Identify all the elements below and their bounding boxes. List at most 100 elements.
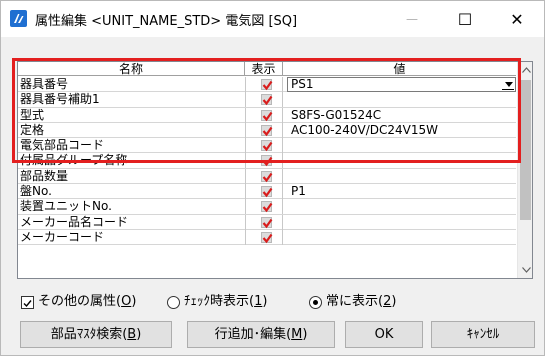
show-cell	[245, 122, 283, 138]
parts-search-suffix: )	[136, 327, 142, 342]
check-mark-icon	[262, 172, 273, 183]
table-row[interactable]: 型式 S8FS-G01524C	[18, 107, 516, 123]
attribute-value[interactable]	[284, 199, 516, 214]
dropdown-arrow-icon[interactable]	[505, 82, 513, 87]
table-row[interactable]: メーカー品名コード	[18, 214, 516, 230]
attribute-value[interactable]	[284, 169, 516, 184]
add-edit-row-suffix: )	[302, 327, 308, 342]
attribute-name: 装置ユニットNo.	[20, 199, 112, 214]
attribute-name: メーカー品名コード	[20, 214, 129, 229]
parts-master-search-button[interactable]: 部品ﾏｽﾀ検索(B)	[20, 321, 172, 348]
check-mark-icon	[262, 157, 273, 167]
add-edit-row-label: 行追加･編集(	[214, 327, 292, 342]
checkbox-icon[interactable]	[21, 296, 34, 309]
attribute-value[interactable]	[284, 138, 516, 153]
minimize-icon: —	[406, 12, 418, 26]
attribute-name: メーカーコード	[20, 229, 105, 244]
check-mark-icon	[262, 187, 273, 198]
show-checkbox[interactable]	[261, 79, 273, 91]
display-when-checked-suffix: )	[262, 294, 268, 309]
attribute-value[interactable]: P1	[284, 184, 516, 199]
vertical-scrollbar[interactable]	[517, 62, 532, 278]
check-mark-icon	[262, 218, 273, 228]
check-mark-icon	[262, 80, 273, 91]
check-mark-icon	[262, 126, 273, 137]
show-checkbox[interactable]	[261, 94, 273, 106]
attribute-name: 盤No.	[20, 184, 52, 199]
grid-header: 名称 表示 値	[18, 62, 516, 76]
attribute-edit-dialog: 属性編集 <UNIT_NAME_STD> 電気図 [SQ] — ☐ ✕ 名称 表…	[0, 0, 545, 356]
show-checkbox[interactable]	[261, 216, 273, 228]
attribute-value[interactable]	[284, 230, 516, 245]
show-cell	[245, 229, 283, 245]
show-cell	[245, 138, 283, 154]
table-row[interactable]: 器具番号 PS1	[18, 77, 516, 93]
scroll-up-icon[interactable]	[518, 62, 532, 78]
show-checkbox[interactable]	[261, 170, 273, 183]
attribute-name: 器具番号	[20, 77, 69, 91]
show-checkbox[interactable]	[261, 109, 273, 121]
show-checkbox[interactable]	[261, 140, 273, 152]
check-mark-icon	[262, 111, 273, 121]
show-checkbox[interactable]	[261, 186, 273, 198]
maximize-icon: ☐	[457, 9, 473, 29]
show-checkbox[interactable]	[261, 124, 273, 137]
cancel-button[interactable]: ｷｬﾝｾﾙ	[431, 321, 535, 348]
other-attributes-key: O	[121, 294, 132, 309]
value-dropdown[interactable]: PS1	[287, 77, 516, 92]
check-mark-icon	[262, 142, 273, 152]
add-edit-row-button[interactable]: 行追加･編集(M)	[187, 321, 335, 348]
scrollbar-thumb[interactable]	[520, 80, 531, 220]
column-header-show[interactable]: 表示	[245, 62, 283, 76]
table-row[interactable]: 付属品グループ名称	[18, 153, 516, 169]
app-logo-icon	[10, 10, 27, 27]
attribute-name: 付属品グループ名称	[20, 153, 128, 168]
show-checkbox[interactable]	[261, 155, 273, 167]
attribute-grid: 名称 表示 値 器具番号 PS1 器具番号補助1 型式 S8FS-G01524C 定格 AC…	[17, 61, 533, 279]
display-options: その他の属性(O) ﾁｪｯｸ時表示(1) 常に表示(2)	[21, 293, 441, 311]
always-display-label: 常に表示(	[326, 294, 384, 309]
show-cell	[245, 184, 283, 200]
window-title: 属性編集 <UNIT_NAME_STD> 電気図 [SQ]	[35, 14, 298, 29]
attribute-value[interactable]: S8FS-G01524C	[284, 108, 516, 123]
column-header-value[interactable]: 値	[283, 62, 516, 76]
attribute-value[interactable]	[284, 215, 516, 230]
show-cell	[245, 92, 283, 108]
attribute-value[interactable]	[284, 92, 516, 107]
table-row[interactable]: 定格 AC100-240V/DC24V15W	[18, 122, 516, 139]
parts-search-key: B	[127, 327, 137, 342]
minimize-button[interactable]: —	[389, 1, 435, 37]
maximize-button[interactable]: ☐	[442, 1, 488, 37]
title-bar: 属性編集 <UNIT_NAME_STD> 電気図 [SQ] — ☐ ✕	[1, 1, 544, 37]
table-row[interactable]: メーカーコード	[18, 229, 516, 246]
attribute-name: 部品数量	[20, 168, 69, 183]
ok-button[interactable]: OK	[345, 321, 423, 348]
table-row[interactable]: 装置ユニットNo.	[18, 199, 516, 215]
show-cell	[245, 199, 283, 215]
column-header-name[interactable]: 名称	[18, 62, 245, 76]
display-when-checked-label: ﾁｪｯｸ時表示(	[184, 294, 255, 309]
table-row[interactable]: 盤No. P1	[18, 184, 516, 200]
radio-selected-icon[interactable]	[309, 296, 322, 309]
grid-rows: 器具番号 PS1 器具番号補助1 型式 S8FS-G01524C 定格 AC100-240V…	[18, 77, 516, 246]
attribute-name: 定格	[20, 122, 45, 137]
show-cell	[245, 153, 283, 169]
attribute-name: 型式	[20, 107, 45, 122]
close-button[interactable]: ✕	[494, 1, 540, 37]
attribute-name: 器具番号補助1	[20, 92, 100, 107]
attribute-value[interactable]: AC100-240V/DC24V15W	[284, 123, 516, 138]
attribute-value[interactable]	[284, 153, 516, 168]
scroll-down-icon[interactable]	[518, 262, 532, 278]
table-row[interactable]: 部品数量	[18, 168, 516, 185]
check-mark-icon	[262, 203, 273, 213]
table-row[interactable]: 電気部品コード	[18, 138, 516, 154]
show-cell	[245, 107, 283, 123]
table-row[interactable]: 器具番号補助1	[18, 92, 516, 108]
value-cell: PS1	[284, 77, 516, 92]
radio-unselected-icon[interactable]	[167, 296, 180, 309]
show-checkbox[interactable]	[261, 201, 273, 213]
show-checkbox[interactable]	[261, 231, 273, 244]
parts-search-label: 部品ﾏｽﾀ検索(	[50, 327, 128, 342]
other-attributes-label: その他の属性(	[38, 294, 122, 309]
close-icon: ✕	[510, 9, 524, 29]
